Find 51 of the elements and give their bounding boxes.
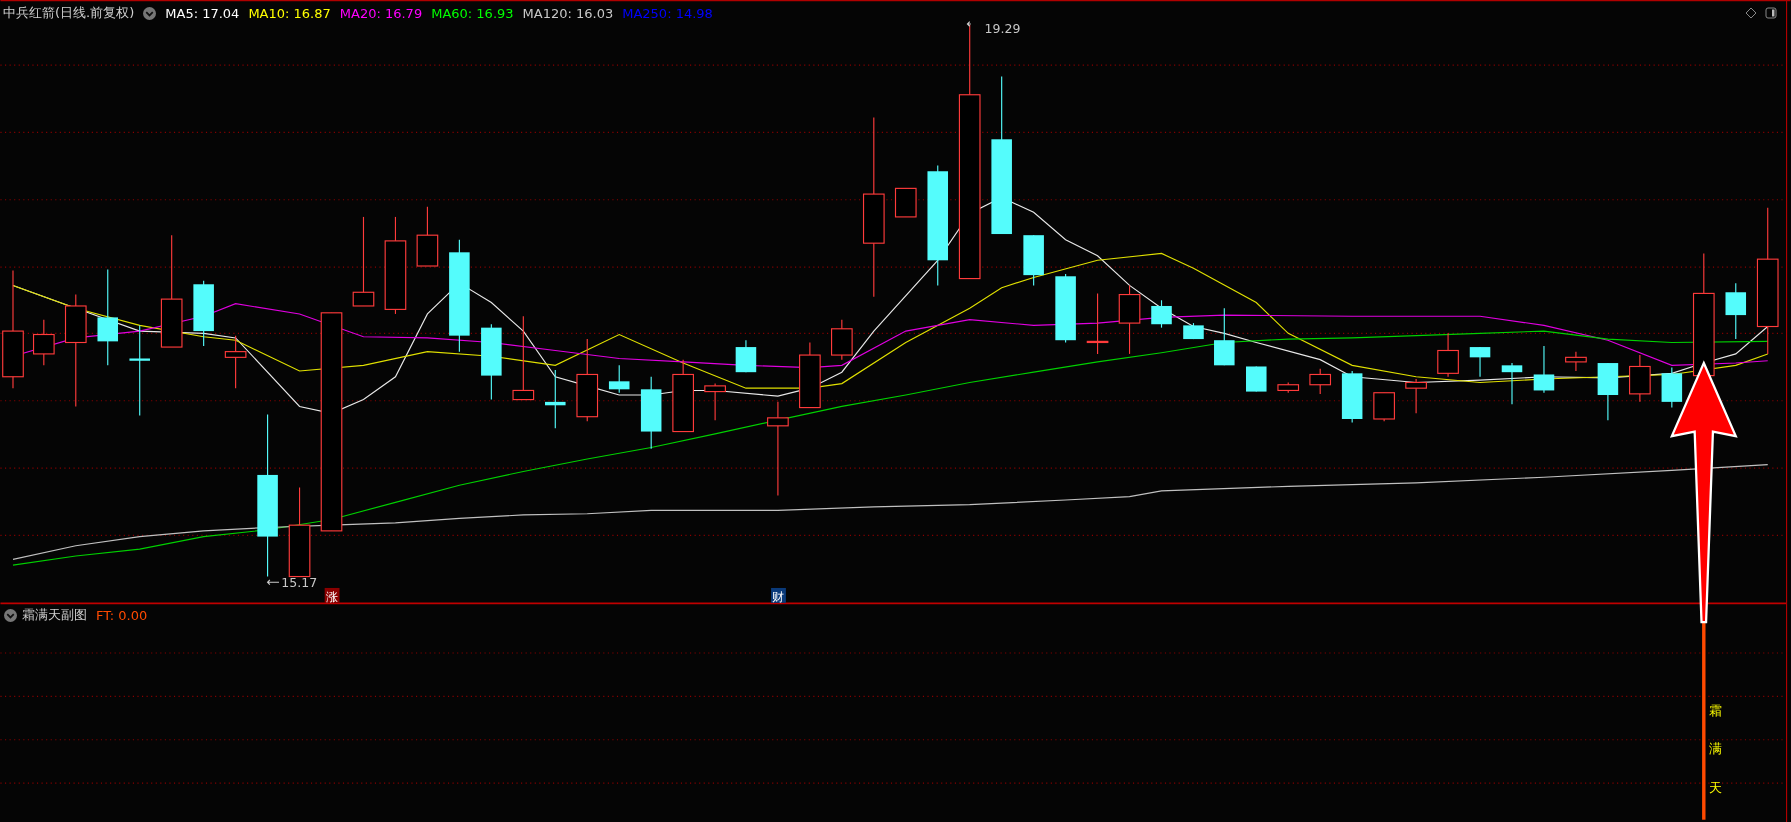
- candlestick: [1023, 234, 1044, 286]
- candlestick: [799, 341, 821, 409]
- candlestick: [1661, 367, 1683, 409]
- candlestick: [1565, 351, 1587, 372]
- candlestick: [193, 280, 214, 347]
- dropdown-icon[interactable]: [4, 608, 17, 622]
- low-price-label: 15.17: [266, 574, 318, 590]
- indicator-value: MA10: 16.87: [248, 5, 331, 21]
- candlestick: [1118, 284, 1141, 355]
- candlestick: [1373, 392, 1395, 422]
- candlestick: [831, 319, 853, 361]
- candlestick: [1277, 381, 1300, 394]
- candlestick: [1405, 378, 1427, 414]
- candlestick: [1309, 368, 1332, 395]
- candlestick: [704, 383, 726, 421]
- chart-title: 中兵红箭(日线.前复权): [3, 4, 135, 22]
- indicator-value: MA120: 16.03: [522, 5, 614, 21]
- sub-chart-title: 霜满天副图: [22, 606, 87, 624]
- event-badge: 涨: [324, 587, 340, 604]
- candlestick: [1151, 299, 1172, 329]
- candlestick: [1629, 354, 1651, 403]
- candlestick: [894, 187, 917, 218]
- candlestick: [1341, 370, 1363, 423]
- indicator-value: FT: 0.00: [96, 607, 148, 623]
- candlestick: [735, 339, 757, 373]
- candlestick: [1055, 273, 1076, 344]
- candlestick: [1086, 292, 1109, 355]
- indicator-value: MA5: 17.04: [165, 5, 240, 21]
- event-badge: 财: [771, 587, 786, 604]
- candlestick: [608, 364, 630, 394]
- signal-label: 霜满天: [1709, 702, 1722, 797]
- candlestick: [1437, 332, 1459, 378]
- panel-toggle-icon[interactable]: [1765, 7, 1777, 19]
- indicator-value: MA60: 16.93: [431, 5, 514, 21]
- candlestick: [1214, 307, 1235, 366]
- candlestick: [416, 206, 439, 267]
- dropdown-icon[interactable]: [143, 6, 157, 20]
- candlestick: [1501, 362, 1523, 405]
- candlestick: [1183, 322, 1204, 340]
- candlestick: [32, 319, 55, 366]
- candlestick: [545, 369, 566, 429]
- diamond-icon[interactable]: [1745, 7, 1757, 19]
- candlestick: [1597, 362, 1619, 421]
- indicator-value: MA250: 14.98: [622, 5, 713, 21]
- indicator-value: MA20: 16.79: [339, 5, 423, 21]
- candlestick: [1246, 365, 1267, 393]
- candlestick: [1725, 282, 1747, 340]
- candlestick: [1533, 345, 1555, 394]
- high-price-label: 19.29: [966, 21, 1021, 37]
- candlestick: [1469, 346, 1491, 378]
- candlestick: [224, 335, 247, 389]
